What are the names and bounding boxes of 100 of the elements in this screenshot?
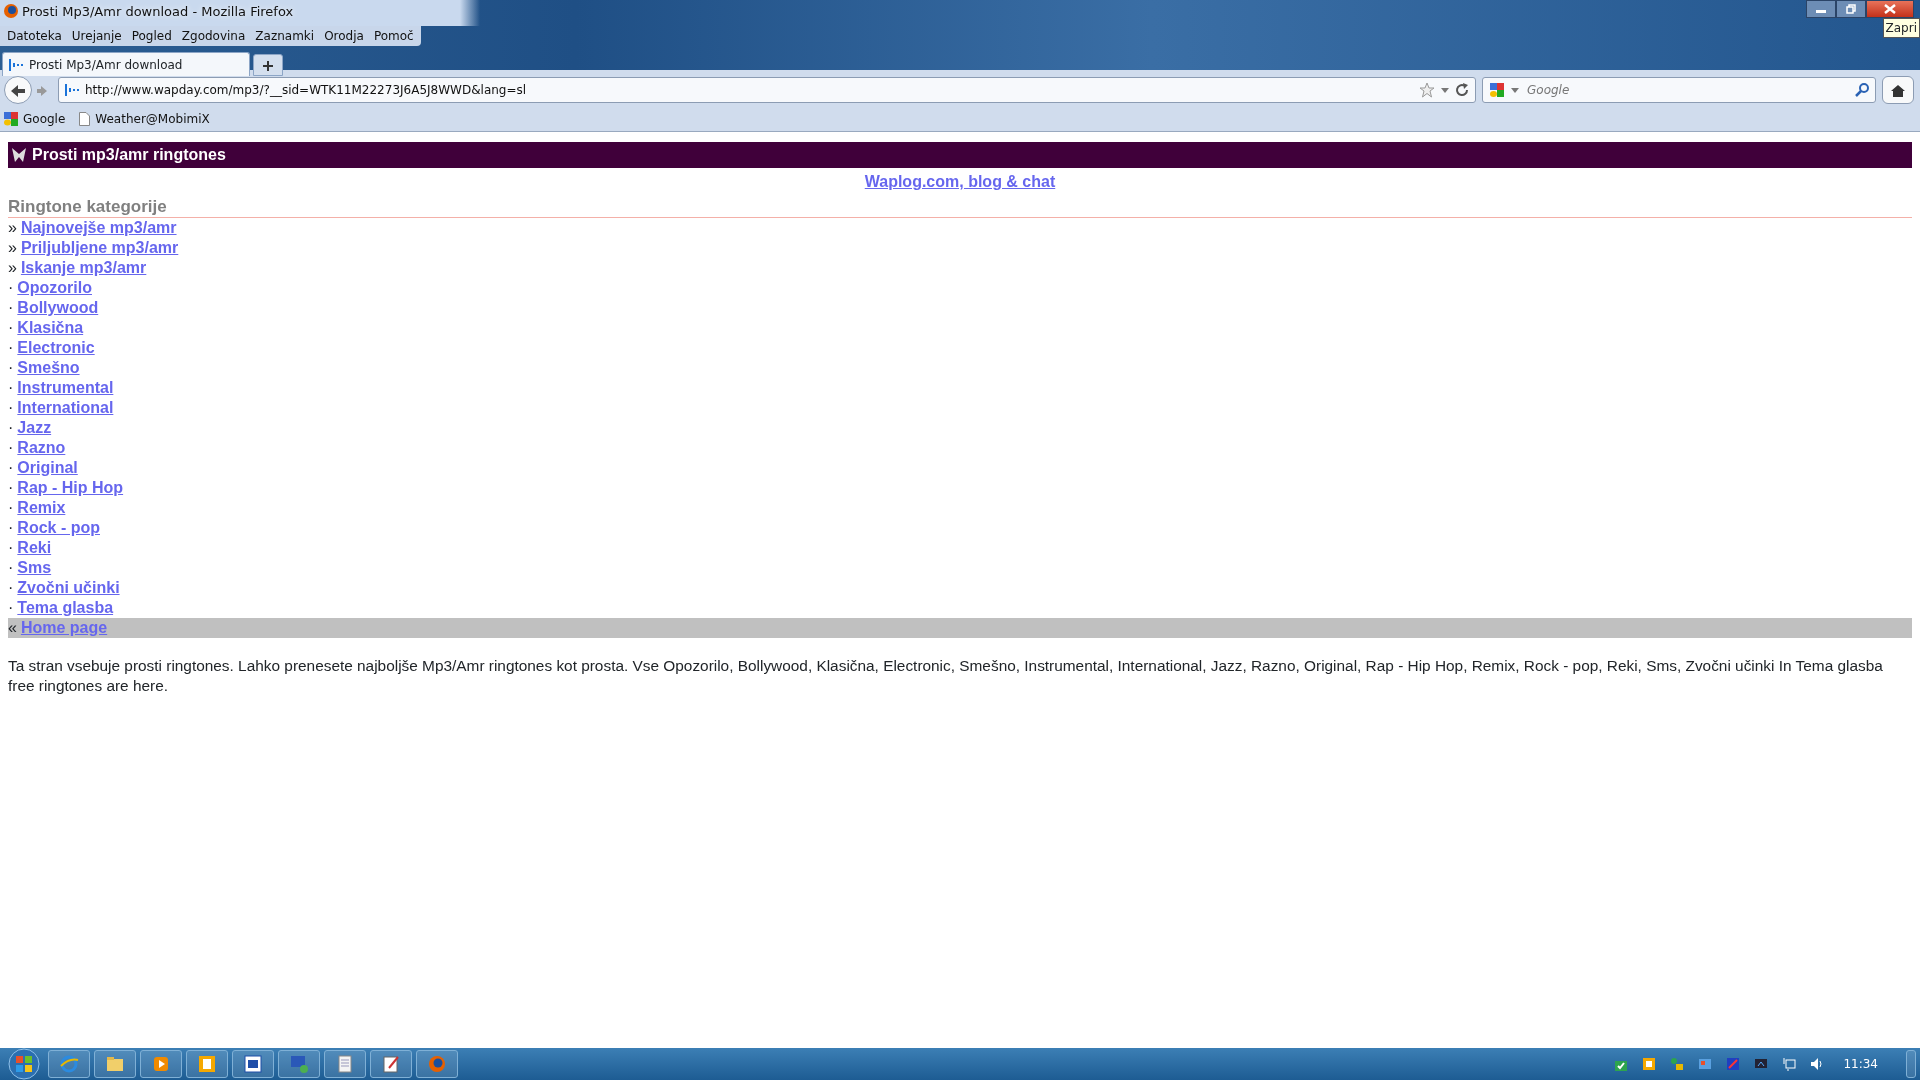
category-link[interactable]: Instrumental bbox=[17, 378, 114, 398]
link[interactable]: Waplog.com, blog & chat bbox=[864, 173, 1056, 190]
category-link[interactable]: Bollywood bbox=[17, 298, 99, 318]
bullet: · bbox=[8, 338, 14, 358]
category-link[interactable]: Zvočni učinki bbox=[17, 578, 120, 598]
category-link[interactable]: Sms bbox=[17, 558, 52, 578]
search-icon[interactable] bbox=[1855, 83, 1869, 97]
home-button[interactable] bbox=[1882, 76, 1914, 104]
bullet: · bbox=[8, 418, 14, 438]
caret-icon[interactable] bbox=[1441, 87, 1449, 93]
firefox-icon bbox=[427, 1054, 447, 1074]
taskbar-button[interactable] bbox=[324, 1050, 366, 1078]
bookmark[interactable]: Google bbox=[4, 110, 66, 128]
folder-icon bbox=[105, 1054, 125, 1074]
taskbar-button[interactable] bbox=[416, 1050, 458, 1078]
google-icon bbox=[4, 112, 18, 126]
back-button[interactable] bbox=[4, 76, 32, 104]
display-icon[interactable] bbox=[1754, 1057, 1769, 1071]
category-link[interactable]: Opozorilo bbox=[17, 278, 92, 298]
close-button[interactable] bbox=[1866, 0, 1914, 18]
bullet: · bbox=[8, 458, 14, 478]
category-link[interactable]: Electronic bbox=[17, 338, 95, 358]
mail-app-icon[interactable] bbox=[1642, 1057, 1657, 1071]
category-link[interactable]: Remix bbox=[17, 498, 66, 518]
page-title: Prosti mp3/amr ringtones bbox=[32, 145, 226, 165]
menu-item[interactable]: Urejanje bbox=[66, 26, 127, 46]
clock: 11:34 bbox=[1843, 1056, 1878, 1073]
search-input[interactable]: Google bbox=[1525, 80, 1849, 100]
menu-item[interactable]: Pomoč bbox=[368, 26, 419, 46]
page-icon bbox=[65, 82, 79, 98]
bullet: · bbox=[8, 578, 14, 598]
bullet: · bbox=[8, 438, 14, 458]
network-icon[interactable] bbox=[1782, 1057, 1797, 1071]
minimize-button[interactable] bbox=[1806, 0, 1836, 18]
section-title: Ringtone kategorije bbox=[8, 196, 1912, 218]
bullet: « bbox=[8, 618, 17, 638]
monitor-icon bbox=[289, 1054, 309, 1074]
menu-item[interactable]: Zgodovina bbox=[176, 26, 251, 46]
category-link[interactable]: Tema glasba bbox=[17, 598, 114, 618]
firefox-icon bbox=[3, 3, 19, 19]
restore-button[interactable] bbox=[1836, 0, 1866, 18]
search-field[interactable]: Google bbox=[1482, 77, 1876, 103]
google-icon[interactable] bbox=[1489, 82, 1505, 98]
document-app-icon bbox=[243, 1054, 263, 1074]
page-icon bbox=[9, 56, 23, 73]
lock-icon[interactable] bbox=[1670, 1057, 1685, 1071]
category-link[interactable]: Rock - pop bbox=[17, 518, 100, 538]
menu-item[interactable]: Zaznamki bbox=[250, 26, 320, 46]
bullet: · bbox=[8, 378, 14, 398]
bullet: » bbox=[8, 258, 17, 278]
category-link[interactable]: Rap - Hip Hop bbox=[17, 478, 124, 498]
bullet: · bbox=[8, 598, 14, 618]
bullet: » bbox=[8, 238, 17, 258]
category-link[interactable]: Original bbox=[17, 458, 78, 478]
category-link[interactable]: Razno bbox=[17, 438, 66, 458]
home-icon bbox=[1890, 83, 1906, 98]
arrow-right-icon bbox=[36, 84, 48, 97]
bullet: · bbox=[8, 518, 14, 538]
mail-app-icon bbox=[197, 1054, 217, 1074]
butterfly-icon bbox=[12, 148, 26, 162]
taskbar-button[interactable] bbox=[370, 1050, 412, 1078]
menu-item[interactable]: Orodja bbox=[319, 26, 369, 46]
bullet: · bbox=[8, 558, 14, 578]
play-icon bbox=[151, 1054, 171, 1074]
url-text: http://www.wapday.com/mp3/?__sid=WTK11M22273J6A5J8WWD&lang=sl bbox=[85, 82, 528, 99]
bullet: · bbox=[8, 538, 14, 558]
bullet: · bbox=[8, 498, 14, 518]
reload-icon[interactable] bbox=[1455, 83, 1469, 97]
notepad-icon bbox=[335, 1054, 355, 1074]
category-link[interactable]: Najnovejše mp3/amr bbox=[20, 218, 177, 238]
taskbar-button[interactable] bbox=[232, 1050, 274, 1078]
speaker-icon[interactable] bbox=[1810, 1057, 1825, 1071]
star-icon[interactable] bbox=[1419, 82, 1435, 98]
bookmark[interactable]: Weather@MobimiX bbox=[79, 110, 210, 128]
address-bar[interactable]: http://www.wapday.com/mp3/?__sid=WTK11M22273J6A5J8WWD&lang=sl bbox=[58, 77, 1476, 103]
new-tab-button[interactable] bbox=[253, 54, 283, 76]
menu-item[interactable]: Datoteka bbox=[2, 26, 67, 46]
category-link[interactable]: International bbox=[17, 398, 114, 418]
bullet: · bbox=[8, 318, 14, 338]
browser-tab[interactable]: Prosti Mp3/Amr download bbox=[2, 52, 250, 76]
tooltip: Zapri bbox=[1882, 18, 1920, 38]
category-link[interactable]: Priljubljene mp3/amr bbox=[20, 238, 179, 258]
description-text: Ta stran vsebuje prosti ringtones. Lahko prenesete najboljše Mp3/Amr ringtones kot prosta. Vse Opozorilo, Bollywood, Klasična, Electronic, Smešno, Instrumental, International, Jazz, Razno, Original, Rap - Hip Hop, Remix, Rock - pop, Reki, Sms, Zvočni učinki In Tema glasba free ringtones are here. bbox=[8, 656, 1884, 696]
caret-icon[interactable] bbox=[1511, 87, 1519, 93]
bullet: » bbox=[8, 218, 17, 238]
category-link[interactable]: Iskanje mp3/amr bbox=[20, 258, 147, 278]
category-link[interactable]: Jazz bbox=[17, 418, 52, 438]
close-icon bbox=[1884, 4, 1896, 14]
home-link[interactable]: Home page bbox=[20, 618, 108, 638]
category-link[interactable]: Reki bbox=[17, 538, 52, 558]
paint-icon[interactable] bbox=[1726, 1057, 1741, 1071]
taskbar-button[interactable] bbox=[186, 1050, 228, 1078]
menu-item[interactable]: Pogled bbox=[126, 26, 177, 46]
bullet: · bbox=[8, 478, 14, 498]
window-title: Prosti Mp3/Amr download - Mozilla Firefox bbox=[22, 4, 294, 19]
category-link[interactable]: Smešno bbox=[17, 358, 80, 378]
taskbar-button[interactable] bbox=[140, 1050, 182, 1078]
taskbar-button[interactable] bbox=[94, 1050, 136, 1078]
category-link[interactable]: Klasična bbox=[17, 318, 84, 338]
plus-icon bbox=[262, 59, 274, 72]
